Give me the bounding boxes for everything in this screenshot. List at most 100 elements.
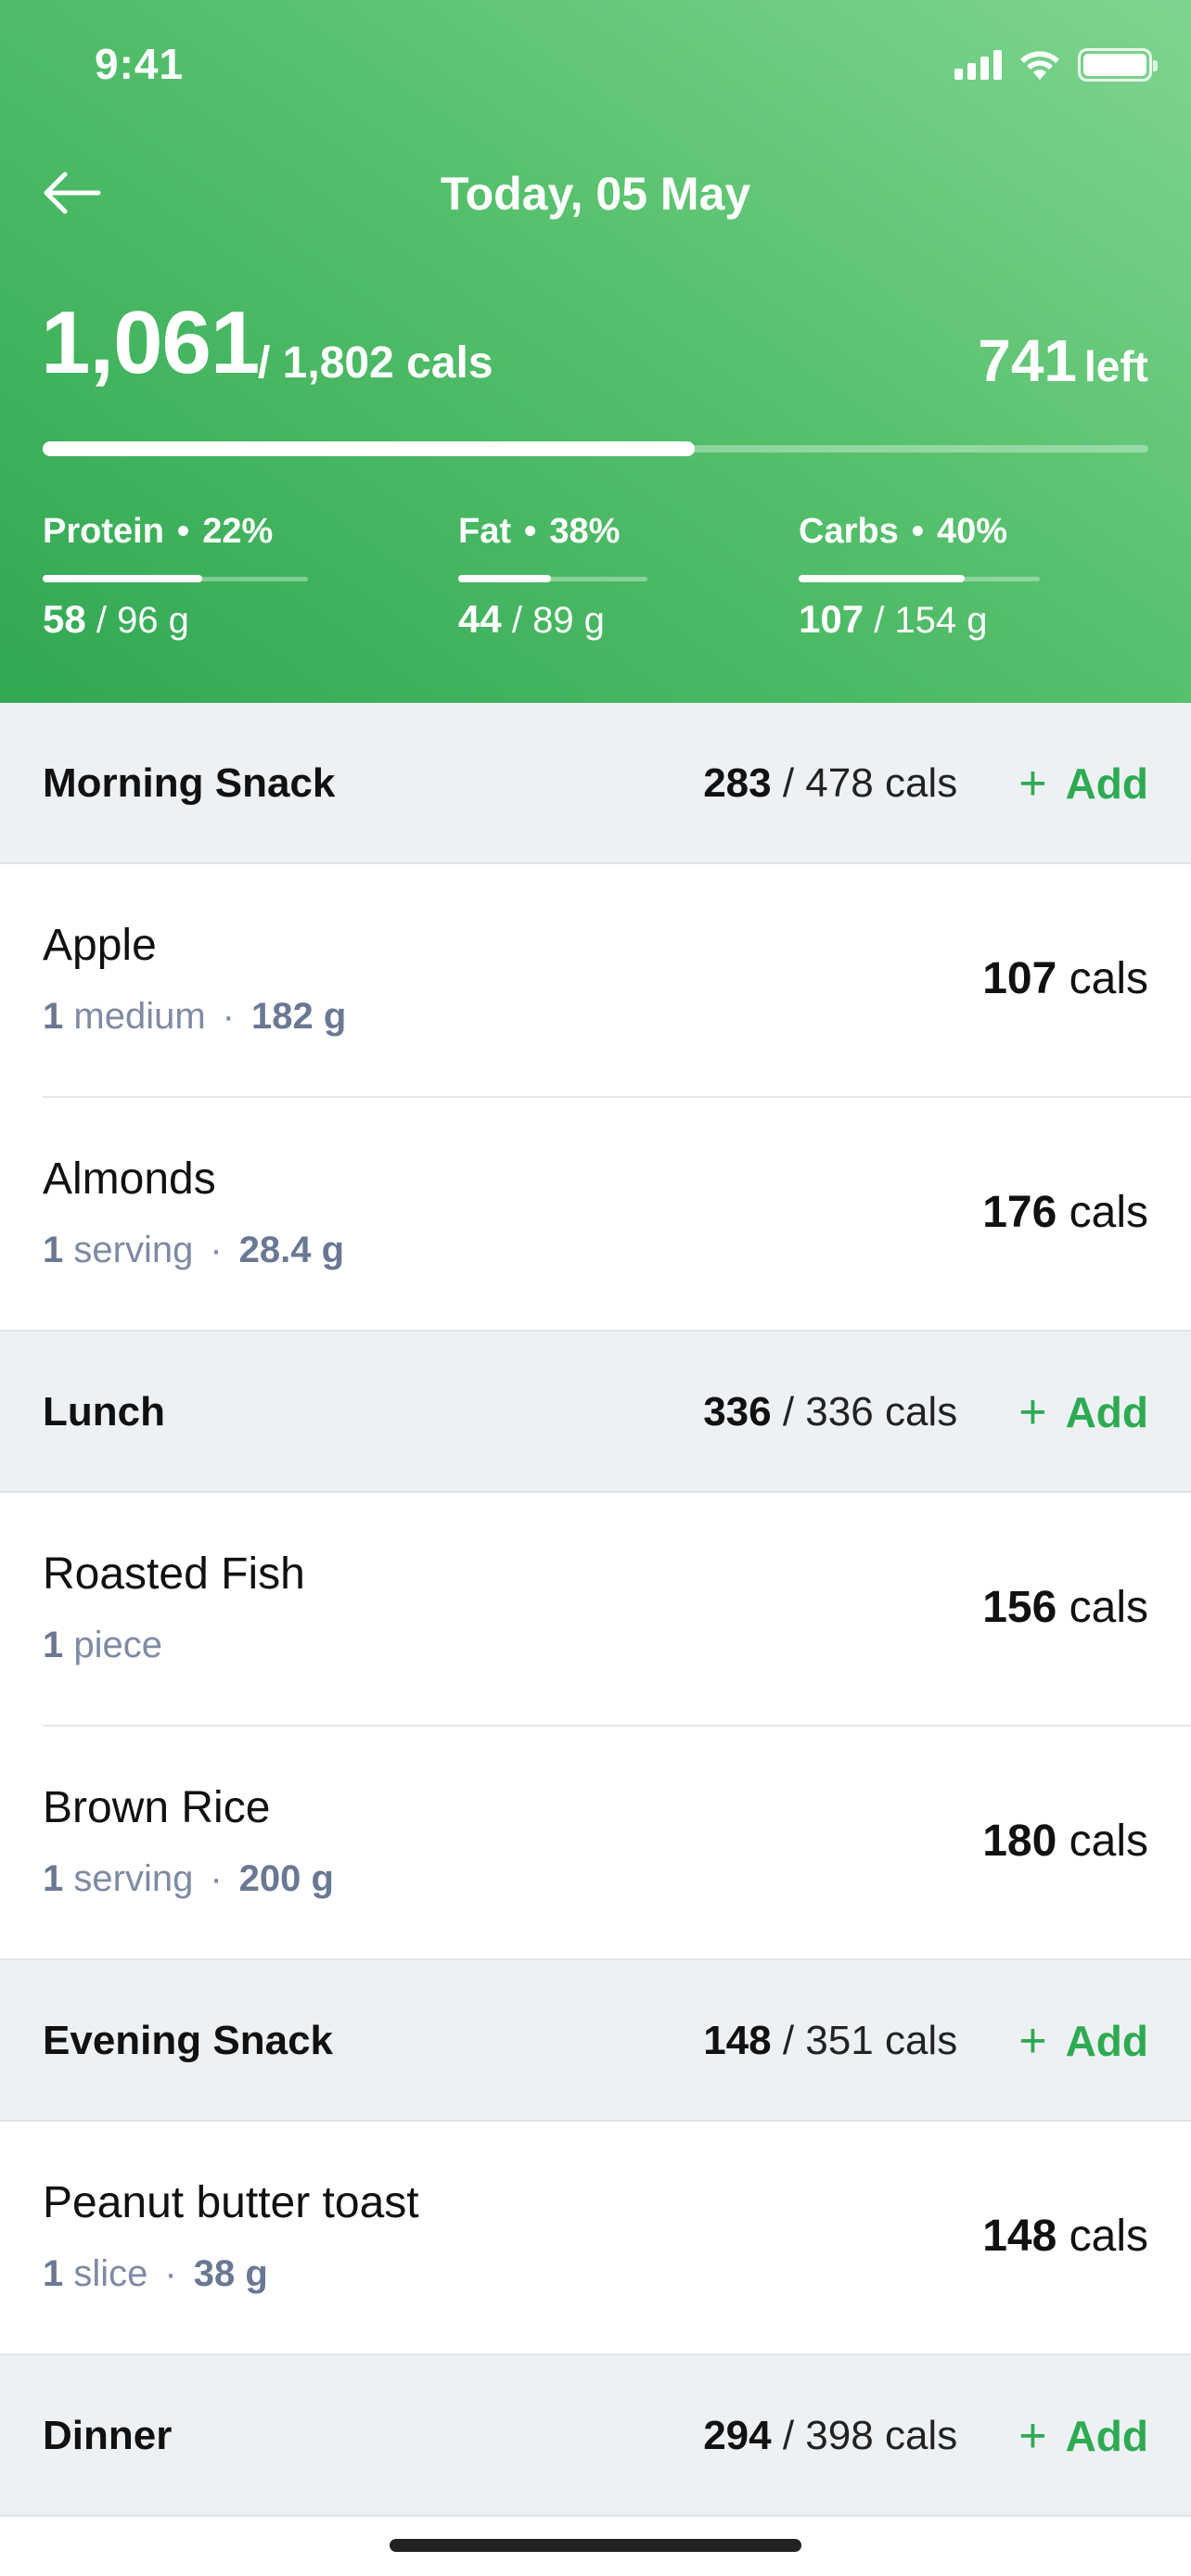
food-item-roasted-fish[interactable]: Roasted Fish 1 piece 156 cals <box>0 1493 1191 1727</box>
summary-header: 9:41 Today, 05 May 1,061 / 1,802 cals 74… <box>0 0 1191 703</box>
macro-name: Protein <box>43 512 164 551</box>
macro-percent: 38% <box>549 512 621 551</box>
food-portion: 1 serving · 28.4 g <box>43 1230 345 1270</box>
macro-protein: Protein • 22% 58 / 96 g <box>43 512 308 641</box>
food-item-apple[interactable]: Apple 1 medium · 182 g 107 cals <box>0 864 1191 1098</box>
food-calories-value: 148 <box>982 2212 1057 2261</box>
section-divider <box>0 2515 1191 2517</box>
status-time: 9:41 <box>95 40 185 88</box>
food-portion: 1 piece <box>43 1625 162 1666</box>
food-qty: 1 <box>43 1858 64 1899</box>
battery-icon <box>1078 48 1158 82</box>
calorie-progress-fill <box>43 441 695 456</box>
food-qty: 1 <box>43 996 64 1037</box>
macro-percent: 40% <box>937 512 1008 551</box>
food-calories: 180 cals <box>982 1816 1148 1867</box>
food-calories: 107 cals <box>982 953 1148 1004</box>
add-label: Add <box>1065 1388 1148 1436</box>
meal-title: Dinner <box>43 2413 173 2458</box>
food-name: Peanut butter toast <box>43 2178 419 2227</box>
food-name: Brown Rice <box>43 1783 271 1832</box>
macro-fat: Fat • 38% 44 / 89 g <box>458 512 647 641</box>
food-name: Almonds <box>43 1154 216 1204</box>
meal-calories-target: / 351 cals <box>782 2018 958 2063</box>
add-label: Add <box>1065 2017 1148 2065</box>
status-icons <box>954 46 1158 83</box>
plus-icon: + <box>1018 757 1047 810</box>
macro-percent: 22% <box>202 512 274 551</box>
food-weight: 38 g <box>193 2253 268 2294</box>
food-qty: 1 <box>43 1230 64 1270</box>
macro-value: 44 <box>458 597 502 641</box>
meal-calories-consumed: 294 <box>703 2413 772 2458</box>
meal-calories-target: / 398 cals <box>782 2413 958 2458</box>
food-calories: 148 cals <box>982 2211 1148 2262</box>
plus-icon: + <box>1018 2014 1047 2068</box>
meal-title: Lunch <box>43 1389 165 1435</box>
add-food-button[interactable]: + Add <box>1018 2013 1148 2069</box>
food-weight: 200 g <box>238 1858 334 1899</box>
macro-target: / 89 g <box>511 600 605 641</box>
meal-calories-consumed: 148 <box>703 2018 772 2063</box>
macro-name: Carbs <box>799 512 899 551</box>
calories-left-label: left <box>1084 342 1148 390</box>
food-item-almonds[interactable]: Almonds 1 serving · 28.4 g 176 cals <box>0 1098 1191 1332</box>
add-food-button[interactable]: + Add <box>1018 756 1148 811</box>
food-calories-value: 176 <box>982 1188 1057 1237</box>
add-food-button[interactable]: + Add <box>1018 2408 1148 2464</box>
page-title: Today, 05 May <box>440 168 751 220</box>
food-item-peanut-butter-toast[interactable]: Peanut butter toast 1 slice · 38 g 148 cal… <box>0 2122 1191 2355</box>
meal-calories: 283 / 478 cals <box>703 760 957 807</box>
meal-calories: 294 / 398 cals <box>703 2413 957 2459</box>
food-qty: 1 <box>43 1625 64 1665</box>
macro-progress-fill <box>458 575 551 582</box>
food-portion: 1 serving · 200 g <box>43 1858 334 1899</box>
macro-target: / 96 g <box>96 600 189 641</box>
calories-goal: / 1,802 cals <box>258 338 493 388</box>
meal-calories-consumed: 283 <box>703 760 772 806</box>
add-label: Add <box>1065 2412 1148 2460</box>
meal-section-morning-snack: Morning Snack 283 / 478 cals + Add <box>0 703 1191 864</box>
food-calories-unit: cals <box>1069 2212 1148 2261</box>
food-name: Apple <box>43 921 157 970</box>
food-unit: medium <box>73 996 206 1037</box>
meal-title: Morning Snack <box>43 760 336 806</box>
macro-carbs: Carbs • 40% 107 / 154 g <box>799 512 1040 641</box>
home-indicator[interactable] <box>390 2539 801 2552</box>
calories-left: 741 left <box>978 326 1148 395</box>
macro-progress-fill <box>799 575 965 582</box>
macro-value: 58 <box>43 597 86 641</box>
food-weight: 28.4 g <box>238 1230 345 1270</box>
plus-icon: + <box>1018 1385 1047 1439</box>
meal-calories-consumed: 336 <box>703 1389 772 1435</box>
meal-title: Evening Snack <box>43 2018 334 2063</box>
food-item-brown-rice[interactable]: Brown Rice 1 serving · 200 g 180 cals <box>0 1727 1191 1960</box>
add-label: Add <box>1065 759 1148 808</box>
add-food-button[interactable]: + Add <box>1018 1384 1148 1440</box>
macro-target: / 154 g <box>874 600 988 641</box>
food-calories: 156 cals <box>982 1582 1148 1633</box>
meal-calories: 336 / 336 cals <box>703 1389 957 1435</box>
food-calories-value: 180 <box>982 1817 1057 1866</box>
food-qty: 1 <box>43 2253 64 2294</box>
food-unit: serving <box>73 1858 194 1899</box>
meal-calories-target: / 336 cals <box>782 1389 958 1435</box>
food-calories: 176 cals <box>982 1187 1148 1238</box>
cellular-signal-icon <box>954 50 1002 80</box>
food-calories-value: 107 <box>982 954 1057 1003</box>
meal-section-lunch: Lunch 336 / 336 cals + Add <box>0 1332 1191 1493</box>
meal-calories-target: / 478 cals <box>782 760 958 806</box>
food-name: Roasted Fish <box>43 1549 305 1599</box>
food-portion: 1 medium · 182 g <box>43 996 347 1037</box>
food-calories-value: 156 <box>982 1583 1057 1632</box>
macro-name: Fat <box>458 512 511 551</box>
macro-value: 107 <box>799 597 864 641</box>
calories-consumed: 1,061 <box>41 293 260 392</box>
food-unit: serving <box>73 1230 194 1270</box>
food-portion: 1 slice · 38 g <box>43 2253 268 2294</box>
food-weight: 182 g <box>250 996 347 1037</box>
food-unit: piece <box>73 1625 162 1665</box>
meal-section-dinner: Dinner 294 / 398 cals + Add <box>0 2355 1191 2517</box>
calories-left-value: 741 <box>978 327 1077 394</box>
meal-section-evening-snack: Evening Snack 148 / 351 cals + Add <box>0 1960 1191 2122</box>
